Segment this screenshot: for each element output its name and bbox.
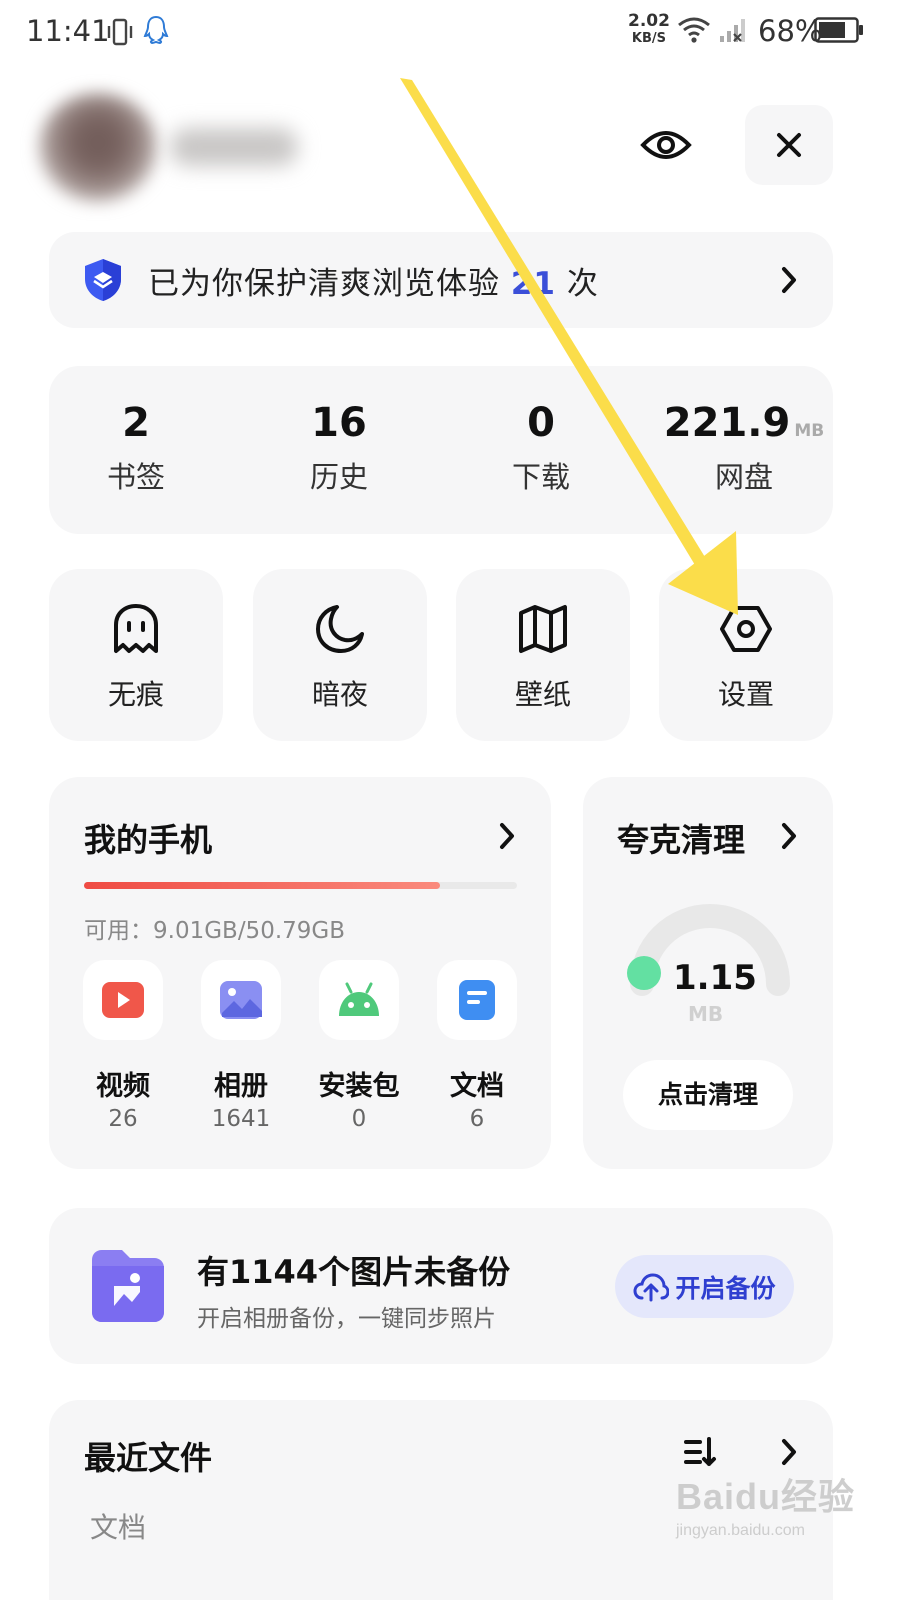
- recent-files-title: 最近文件: [84, 1439, 213, 1477]
- apk-tile[interactable]: [319, 960, 399, 1040]
- watermark-sub: jingyan.baidu.com: [676, 1522, 805, 1539]
- cloud-upload-icon: [633, 1272, 670, 1301]
- stat-value: 16: [311, 400, 367, 446]
- chevron-right-icon[interactable]: [780, 1438, 798, 1466]
- album-icon: [220, 981, 262, 1019]
- cleaner-size-unit: MB: [688, 1002, 724, 1026]
- close-button[interactable]: [745, 105, 833, 185]
- video-tile[interactable]: [83, 960, 163, 1040]
- avatar[interactable]: [38, 93, 158, 203]
- album-count: 1641: [211, 1106, 271, 1132]
- hexagon-settings-icon: [720, 606, 772, 652]
- storage-available: 可用：9.01GB/50.79GB: [84, 918, 346, 944]
- privacy-eye-button[interactable]: [622, 105, 710, 185]
- protection-text-after: 次: [556, 266, 599, 302]
- network-speed-value: 2.02: [628, 11, 670, 31]
- shield-icon: [85, 259, 121, 301]
- stat-bookmarks[interactable]: 2 书签: [38, 400, 234, 496]
- stat-label: 书签: [106, 460, 165, 494]
- tool-wallpaper[interactable]: 壁纸: [456, 569, 630, 741]
- vibrate-icon: [107, 18, 133, 46]
- android-icon: [339, 982, 379, 1016]
- document-tile[interactable]: [437, 960, 517, 1040]
- username[interactable]: [170, 128, 298, 166]
- stat-value: 0: [527, 400, 555, 446]
- storage-progress-bar: [84, 882, 517, 889]
- stat-history[interactable]: 16 历史: [241, 400, 437, 496]
- chevron-right-icon: [782, 267, 796, 293]
- apk-label: 安装包: [318, 1071, 400, 1102]
- book-icon: [519, 605, 567, 653]
- stat-label: 网盘: [714, 460, 773, 494]
- cleaner-size-value: 1.15: [673, 958, 757, 998]
- storage-progress-fill: [84, 882, 441, 889]
- stat-downloads[interactable]: 0 下载: [443, 400, 639, 496]
- network-speed-unit: KB/S: [631, 31, 667, 46]
- apk-count: 0: [351, 1106, 367, 1132]
- sort-icon[interactable]: [683, 1436, 717, 1468]
- folder-photo-icon: [92, 1250, 164, 1322]
- tool-label: 壁纸: [514, 678, 571, 711]
- tool-label: 暗夜: [311, 678, 368, 711]
- wifi-icon: [678, 17, 710, 43]
- stat-label: 下载: [511, 460, 570, 494]
- stat-label: 历史: [309, 460, 368, 494]
- watermark-main: Baidu经验: [676, 1476, 856, 1517]
- backup-subtitle: 开启相册备份，一键同步照片: [197, 1306, 496, 1332]
- video-count: 26: [108, 1106, 138, 1132]
- album-label: 相册: [214, 1071, 268, 1102]
- my-phone-title: 我的手机: [84, 821, 213, 859]
- signal-icon: [720, 19, 745, 42]
- eye-icon: [640, 131, 692, 159]
- close-icon: [777, 133, 801, 157]
- backup-title: 有1144个图片未备份: [197, 1253, 511, 1291]
- clean-button[interactable]: 点击清理: [623, 1060, 793, 1130]
- ghost-icon: [114, 604, 158, 653]
- protection-text: 已为你保护清爽浏览体验 21 次: [148, 258, 599, 303]
- document-label: 文档: [450, 1071, 504, 1102]
- enable-backup-button[interactable]: 开启备份: [615, 1255, 794, 1318]
- stat-value-row: 221.9 MB: [646, 400, 842, 446]
- cleaner-title: 夸克清理: [617, 821, 746, 859]
- video-label: 视频: [96, 1071, 150, 1102]
- status-time: 11:41: [26, 14, 110, 48]
- video-icon: [102, 982, 144, 1018]
- gauge-indicator-dot: [627, 956, 661, 990]
- album-tile[interactable]: [201, 960, 281, 1040]
- document-count: 6: [469, 1106, 485, 1132]
- tool-incognito[interactable]: 无痕: [49, 569, 223, 741]
- network-speed: 2.02 KB/S: [628, 13, 670, 47]
- enable-backup-label: 开启备份: [675, 1273, 776, 1303]
- chevron-right-icon[interactable]: [498, 822, 516, 850]
- stat-unit: MB: [794, 421, 825, 441]
- stat-value: 221.9: [663, 400, 791, 446]
- recent-tab-documents[interactable]: 文档: [90, 1506, 146, 1546]
- tool-night-mode[interactable]: 暗夜: [253, 569, 427, 741]
- stat-value: 2: [122, 400, 150, 446]
- battery-icon: [814, 17, 863, 43]
- stat-cloud-drive[interactable]: 221.9 MB 网盘: [646, 400, 842, 496]
- tool-settings[interactable]: 设置: [659, 569, 833, 741]
- battery-percent: 68%: [758, 14, 823, 48]
- moon-icon: [316, 605, 364, 653]
- protection-count: 21: [510, 266, 556, 302]
- tool-label: 无痕: [107, 678, 164, 711]
- baidu-watermark: Baidu经验 jingyan.baidu.com: [676, 1468, 855, 1540]
- tool-label: 设置: [717, 678, 774, 711]
- qq-icon: [143, 15, 169, 45]
- document-icon: [459, 980, 495, 1020]
- chevron-right-icon[interactable]: [780, 822, 798, 850]
- protection-text-before: 已为你保护清爽浏览体验: [148, 266, 511, 302]
